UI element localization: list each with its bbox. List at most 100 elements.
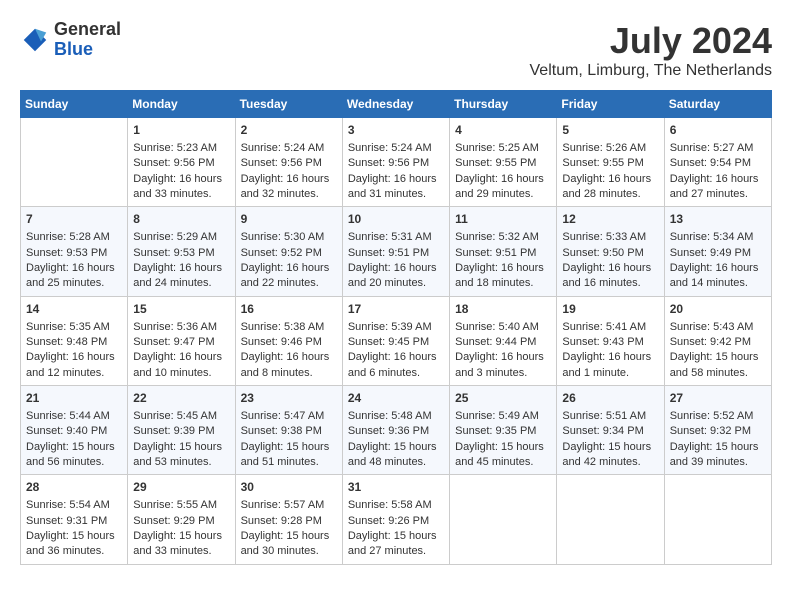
column-header-tuesday: Tuesday bbox=[235, 91, 342, 118]
location-subtitle: Veltum, Limburg, The Netherlands bbox=[530, 62, 773, 80]
calendar-cell: 10Sunrise: 5:31 AMSunset: 9:51 PMDayligh… bbox=[342, 207, 449, 296]
calendar-cell: 2 Sunrise: 5:24 AMSunset: 9:56 PMDaylight… bbox=[235, 118, 342, 207]
calendar-cell: 17 Sunrise: 5:39 AMSunset: 9:45 PMDayligh… bbox=[342, 296, 449, 385]
day-info: Sunrise: 5:43 AMSunset: 9:42 PMDaylight:… bbox=[670, 321, 759, 379]
column-header-monday: Monday bbox=[128, 91, 235, 118]
day-info: Sunrise: 5:40 AMSunset: 9:44 PMDaylight:… bbox=[455, 321, 544, 379]
day-info: Sunrise: 5:39 AMSunset: 9:45 PMDaylight:… bbox=[348, 321, 437, 379]
calendar-cell: 30 Sunrise: 5:57 AMSunset: 9:28 PMDayligh… bbox=[235, 475, 342, 564]
day-number: 8 bbox=[133, 211, 229, 228]
calendar-cell: 7 Sunrise: 5:28 AMSunset: 9:53 PMDaylight… bbox=[21, 207, 128, 296]
title-block: July 2024 Veltum, Limburg, The Netherlan… bbox=[530, 20, 773, 80]
day-number: 24 bbox=[348, 390, 444, 407]
day-number: 20 bbox=[670, 301, 766, 318]
calendar-cell: 24 Sunrise: 5:48 AMSunset: 9:36 PMDayligh… bbox=[342, 386, 449, 475]
day-info: Sunrise: 5:26 AMSunset: 9:55 PMDaylight:… bbox=[562, 142, 651, 200]
day-info: Sunrise: 5:54 AMSunset: 9:31 PMDaylight:… bbox=[26, 499, 115, 557]
day-info: Sunrise: 5:23 AMSunset: 9:56 PMDaylight:… bbox=[133, 142, 222, 200]
day-info: Sunrise: 5:41 AMSunset: 9:43 PMDaylight:… bbox=[562, 321, 651, 379]
day-info: Sunrise: 5:30 AMSunset: 9:52 PMDaylight:… bbox=[241, 231, 330, 289]
day-info: Sunrise: 5:55 AMSunset: 9:29 PMDaylight:… bbox=[133, 499, 222, 557]
day-info: Sunrise: 5:24 AMSunset: 9:56 PMDaylight:… bbox=[348, 142, 437, 200]
calendar-cell: 27Sunrise: 5:52 AMSunset: 9:32 PMDayligh… bbox=[664, 386, 771, 475]
calendar-cell: 8 Sunrise: 5:29 AMSunset: 9:53 PMDaylight… bbox=[128, 207, 235, 296]
day-info: Sunrise: 5:35 AMSunset: 9:48 PMDaylight:… bbox=[26, 321, 115, 379]
calendar-cell: 14 Sunrise: 5:35 AMSunset: 9:48 PMDayligh… bbox=[21, 296, 128, 385]
column-header-wednesday: Wednesday bbox=[342, 91, 449, 118]
day-number: 10 bbox=[348, 211, 444, 228]
day-info: Sunrise: 5:27 AMSunset: 9:54 PMDaylight:… bbox=[670, 142, 759, 200]
day-number: 23 bbox=[241, 390, 337, 407]
calendar-cell bbox=[450, 475, 557, 564]
calendar-cell: 20 Sunrise: 5:43 AMSunset: 9:42 PMDayligh… bbox=[664, 296, 771, 385]
column-header-friday: Friday bbox=[557, 91, 664, 118]
calendar-week-row: 14 Sunrise: 5:35 AMSunset: 9:48 PMDayligh… bbox=[21, 296, 772, 385]
calendar-cell: 26 Sunrise: 5:51 AMSunset: 9:34 PMDayligh… bbox=[557, 386, 664, 475]
day-number: 17 bbox=[348, 301, 444, 318]
calendar-cell: 12Sunrise: 5:33 AMSunset: 9:50 PMDayligh… bbox=[557, 207, 664, 296]
calendar-week-row: 1Sunrise: 5:23 AMSunset: 9:56 PMDaylight… bbox=[21, 118, 772, 207]
day-number: 21 bbox=[26, 390, 122, 407]
day-number: 31 bbox=[348, 479, 444, 496]
month-year-title: July 2024 bbox=[530, 20, 773, 62]
day-info: Sunrise: 5:24 AMSunset: 9:56 PMDaylight:… bbox=[241, 142, 330, 200]
day-number: 28 bbox=[26, 479, 122, 496]
day-info: Sunrise: 5:34 AMSunset: 9:49 PMDaylight:… bbox=[670, 231, 759, 289]
day-info: Sunrise: 5:48 AMSunset: 9:36 PMDaylight:… bbox=[348, 410, 437, 468]
day-info: Sunrise: 5:51 AMSunset: 9:34 PMDaylight:… bbox=[562, 410, 651, 468]
page-header: General Blue July 2024 Veltum, Limburg, … bbox=[20, 20, 772, 80]
day-number: 7 bbox=[26, 211, 122, 228]
day-number: 2 bbox=[241, 122, 337, 139]
column-header-sunday: Sunday bbox=[21, 91, 128, 118]
calendar-cell: 22 Sunrise: 5:45 AMSunset: 9:39 PMDayligh… bbox=[128, 386, 235, 475]
calendar-cell: 28 Sunrise: 5:54 AMSunset: 9:31 PMDayligh… bbox=[21, 475, 128, 564]
day-number: 4 bbox=[455, 122, 551, 139]
day-number: 19 bbox=[562, 301, 658, 318]
calendar-week-row: 21 Sunrise: 5:44 AMSunset: 9:40 PMDayligh… bbox=[21, 386, 772, 475]
day-number: 5 bbox=[562, 122, 658, 139]
calendar-cell: 15Sunrise: 5:36 AMSunset: 9:47 PMDayligh… bbox=[128, 296, 235, 385]
calendar-cell: 25Sunrise: 5:49 AMSunset: 9:35 PMDayligh… bbox=[450, 386, 557, 475]
calendar-cell bbox=[21, 118, 128, 207]
calendar-cell: 4 Sunrise: 5:25 AMSunset: 9:55 PMDaylight… bbox=[450, 118, 557, 207]
day-number: 6 bbox=[670, 122, 766, 139]
day-number: 11 bbox=[455, 211, 551, 228]
day-number: 18 bbox=[455, 301, 551, 318]
day-number: 26 bbox=[562, 390, 658, 407]
calendar-cell: 21 Sunrise: 5:44 AMSunset: 9:40 PMDayligh… bbox=[21, 386, 128, 475]
calendar-cell: 9Sunrise: 5:30 AMSunset: 9:52 PMDaylight… bbox=[235, 207, 342, 296]
day-info: Sunrise: 5:44 AMSunset: 9:40 PMDaylight:… bbox=[26, 410, 115, 468]
calendar-cell: 29Sunrise: 5:55 AMSunset: 9:29 PMDayligh… bbox=[128, 475, 235, 564]
calendar-cell: 3Sunrise: 5:24 AMSunset: 9:56 PMDaylight… bbox=[342, 118, 449, 207]
calendar-cell: 18 Sunrise: 5:40 AMSunset: 9:44 PMDayligh… bbox=[450, 296, 557, 385]
day-info: Sunrise: 5:47 AMSunset: 9:38 PMDaylight:… bbox=[241, 410, 330, 468]
day-number: 30 bbox=[241, 479, 337, 496]
calendar-cell: 5 Sunrise: 5:26 AMSunset: 9:55 PMDaylight… bbox=[557, 118, 664, 207]
day-number: 14 bbox=[26, 301, 122, 318]
logo-blue: Blue bbox=[54, 39, 93, 59]
day-info: Sunrise: 5:52 AMSunset: 9:32 PMDaylight:… bbox=[670, 410, 759, 468]
calendar-cell: 19 Sunrise: 5:41 AMSunset: 9:43 PMDayligh… bbox=[557, 296, 664, 385]
logo-icon bbox=[20, 25, 50, 55]
day-info: Sunrise: 5:28 AMSunset: 9:53 PMDaylight:… bbox=[26, 231, 115, 289]
day-info: Sunrise: 5:29 AMSunset: 9:53 PMDaylight:… bbox=[133, 231, 222, 289]
day-info: Sunrise: 5:32 AMSunset: 9:51 PMDaylight:… bbox=[455, 231, 544, 289]
calendar-cell bbox=[557, 475, 664, 564]
day-info: Sunrise: 5:25 AMSunset: 9:55 PMDaylight:… bbox=[455, 142, 544, 200]
day-info: Sunrise: 5:49 AMSunset: 9:35 PMDaylight:… bbox=[455, 410, 544, 468]
calendar-cell: 16 Sunrise: 5:38 AMSunset: 9:46 PMDayligh… bbox=[235, 296, 342, 385]
day-info: Sunrise: 5:45 AMSunset: 9:39 PMDaylight:… bbox=[133, 410, 222, 468]
logo: General Blue bbox=[20, 20, 121, 60]
day-number: 13 bbox=[670, 211, 766, 228]
day-info: Sunrise: 5:57 AMSunset: 9:28 PMDaylight:… bbox=[241, 499, 330, 557]
day-number: 15 bbox=[133, 301, 229, 318]
calendar-week-row: 7 Sunrise: 5:28 AMSunset: 9:53 PMDaylight… bbox=[21, 207, 772, 296]
day-number: 22 bbox=[133, 390, 229, 407]
day-info: Sunrise: 5:33 AMSunset: 9:50 PMDaylight:… bbox=[562, 231, 651, 289]
column-header-saturday: Saturday bbox=[664, 91, 771, 118]
calendar-cell: 23 Sunrise: 5:47 AMSunset: 9:38 PMDayligh… bbox=[235, 386, 342, 475]
day-number: 16 bbox=[241, 301, 337, 318]
day-info: Sunrise: 5:58 AMSunset: 9:26 PMDaylight:… bbox=[348, 499, 437, 557]
day-info: Sunrise: 5:38 AMSunset: 9:46 PMDaylight:… bbox=[241, 321, 330, 379]
calendar-cell bbox=[664, 475, 771, 564]
